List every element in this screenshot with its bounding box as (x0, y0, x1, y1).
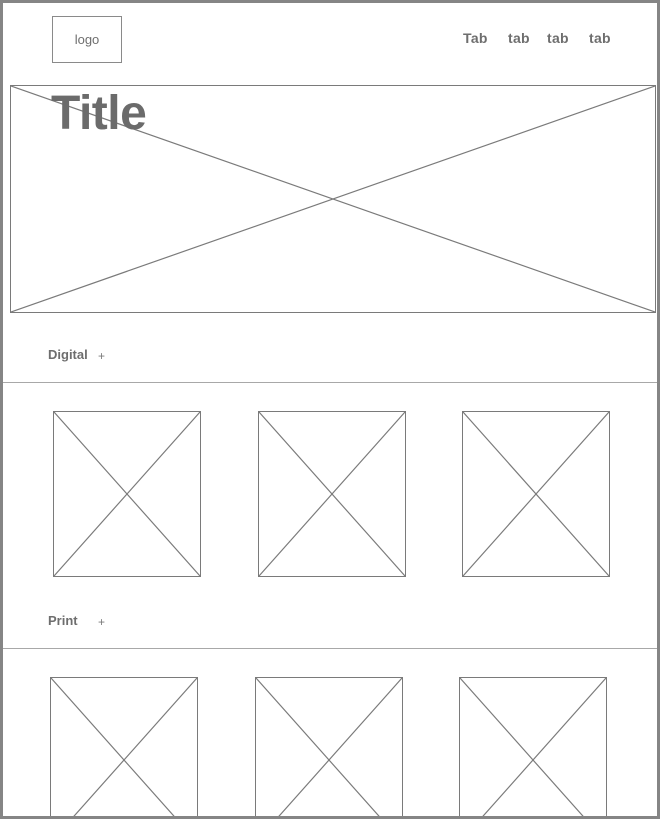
plus-icon[interactable]: + (98, 615, 105, 629)
nav-tab-3[interactable]: tab (547, 30, 569, 46)
image-placeholder-icon (259, 412, 405, 576)
image-placeholder-icon (54, 412, 200, 576)
print-item-1-placeholder[interactable] (50, 677, 198, 816)
image-placeholder-icon (460, 678, 606, 816)
image-placeholder-icon (463, 412, 609, 576)
nav-tab-4[interactable]: tab (589, 30, 611, 46)
digital-item-3-placeholder[interactable] (462, 411, 610, 577)
section-heading-print: Print (48, 613, 78, 628)
digital-item-2-placeholder[interactable] (258, 411, 406, 577)
logo[interactable]: logo (52, 16, 122, 63)
wireframe-page: logo Tab tab tab tab Title Digital + Pri… (0, 0, 660, 819)
image-placeholder-icon (256, 678, 402, 816)
plus-icon[interactable]: + (98, 349, 105, 363)
print-item-3-placeholder[interactable] (459, 677, 607, 816)
digital-item-1-placeholder[interactable] (53, 411, 201, 577)
section-heading-digital: Digital (48, 347, 88, 362)
nav-tab-1[interactable]: Tab (463, 30, 488, 46)
section-divider (3, 382, 657, 383)
logo-label: logo (74, 32, 100, 47)
section-divider (3, 648, 657, 649)
image-placeholder-icon (51, 678, 197, 816)
print-item-2-placeholder[interactable] (255, 677, 403, 816)
nav-tab-2[interactable]: tab (508, 30, 530, 46)
hero-title: Title (51, 87, 147, 140)
